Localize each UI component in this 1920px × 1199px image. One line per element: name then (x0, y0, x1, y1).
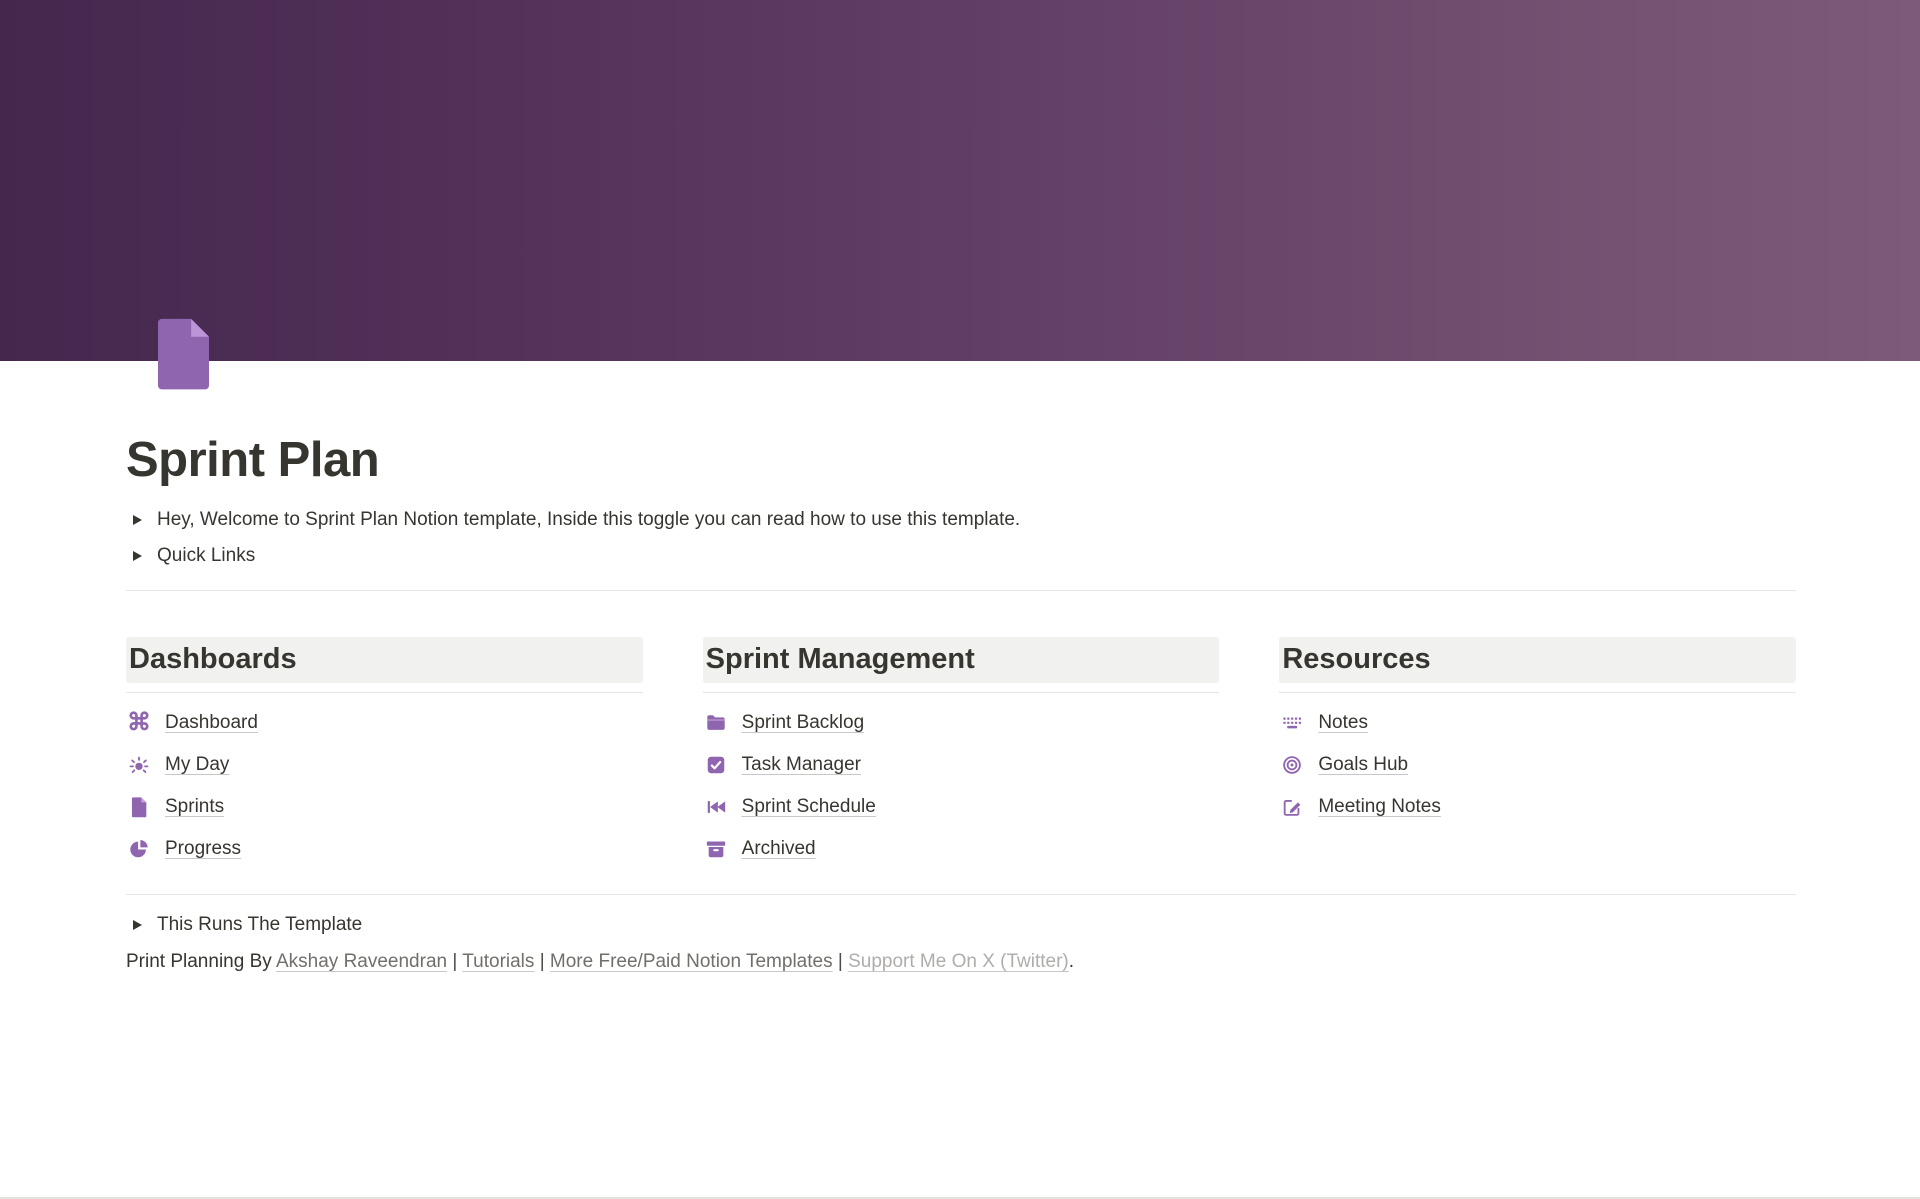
footer-separator: | (452, 951, 457, 972)
divider (1279, 692, 1796, 693)
pie-chart-icon (128, 838, 150, 860)
toggle-runs-template-label: This Runs The Template (157, 914, 362, 936)
page-link-sprint-schedule[interactable]: Sprint Schedule (703, 786, 1220, 828)
page-link-label: My Day (165, 754, 229, 776)
page-link-label: Goals Hub (1318, 754, 1408, 776)
divider (126, 692, 643, 693)
command-icon: ⌘ (128, 712, 150, 734)
page-link-task-manager[interactable]: Task Manager (703, 744, 1220, 786)
link-list: ⌘ Dashboard (126, 702, 643, 870)
link-list: Sprint Backlog Task Manager Sprint (703, 702, 1220, 870)
toggle-quick-links[interactable]: Quick Links (126, 538, 1796, 574)
column-resources: Resources (1279, 637, 1796, 870)
page-link-label: Task Manager (742, 754, 861, 776)
keyboard-icon (1281, 712, 1303, 734)
footer-separator: | (540, 951, 545, 972)
divider (126, 590, 1796, 591)
edit-icon (1281, 796, 1303, 818)
target-icon (1281, 754, 1303, 776)
page-link-progress[interactable]: Progress (126, 828, 643, 870)
footer-prefix: Print Planning By (126, 951, 272, 972)
toggle-triangle-icon[interactable] (133, 551, 142, 561)
link-list: Notes Goals Hub Meeting Notes (1279, 702, 1796, 828)
checkbox-icon (705, 754, 727, 776)
page-cover (0, 0, 1920, 361)
archive-icon (705, 838, 727, 860)
footer-credits: Print Planning By Akshay Raveendran | Tu… (126, 951, 1796, 973)
toggle-triangle-icon[interactable] (133, 920, 142, 930)
document-icon (128, 796, 150, 818)
footer-link-author[interactable]: Akshay Raveendran (276, 951, 447, 972)
page-link-label: Notes (1318, 712, 1368, 734)
footer-link-tutorials[interactable]: Tutorials (462, 951, 534, 972)
page-title: Sprint Plan (126, 432, 1796, 488)
divider (703, 692, 1220, 693)
column-dashboards: Dashboards ⌘ Dashboard (126, 637, 643, 870)
page-body: Sprint Plan Hey, Welcome to Sprint Plan … (0, 432, 1920, 973)
footer-link-support[interactable]: Support Me On X (Twitter) (848, 951, 1069, 972)
toggle-runs-template[interactable]: This Runs The Template (126, 907, 1796, 943)
page-link-label: Meeting Notes (1318, 796, 1441, 818)
column-header: Sprint Management (703, 637, 1220, 683)
page-link-archived[interactable]: Archived (703, 828, 1220, 870)
link-columns: Dashboards ⌘ Dashboard (126, 637, 1796, 870)
column-header: Dashboards (126, 637, 643, 683)
footer-period: . (1069, 951, 1074, 972)
footer-link-templates[interactable]: More Free/Paid Notion Templates (550, 951, 833, 972)
page-link-label: Sprints (165, 796, 224, 818)
page-link-label: Archived (742, 838, 816, 860)
toggle-welcome-label: Hey, Welcome to Sprint Plan Notion templ… (157, 509, 1020, 531)
toggle-triangle-icon[interactable] (133, 515, 142, 525)
sun-icon (128, 754, 150, 776)
footer-separator: | (838, 951, 843, 972)
page-link-dashboard[interactable]: ⌘ Dashboard (126, 702, 643, 744)
page-link-label: Sprint Backlog (742, 712, 865, 734)
column-header: Resources (1279, 637, 1796, 683)
folder-icon (705, 712, 727, 734)
page-link-notes[interactable]: Notes (1279, 702, 1796, 744)
page-icon-document[interactable] (144, 314, 222, 392)
page-link-goals-hub[interactable]: Goals Hub (1279, 744, 1796, 786)
divider (126, 894, 1796, 895)
page-link-sprint-backlog[interactable]: Sprint Backlog (703, 702, 1220, 744)
page-link-label: Dashboard (165, 712, 258, 734)
toggle-welcome[interactable]: Hey, Welcome to Sprint Plan Notion templ… (126, 502, 1796, 538)
page-link-my-day[interactable]: My Day (126, 744, 643, 786)
column-sprint-management: Sprint Management Sprint Backlog Task Ma… (703, 637, 1220, 870)
page-link-label: Sprint Schedule (742, 796, 876, 818)
page-link-label: Progress (165, 838, 241, 860)
page-link-sprints[interactable]: Sprints (126, 786, 643, 828)
toggle-quick-links-label: Quick Links (157, 545, 255, 567)
page-link-meeting-notes[interactable]: Meeting Notes (1279, 786, 1796, 828)
rewind-icon (705, 796, 727, 818)
